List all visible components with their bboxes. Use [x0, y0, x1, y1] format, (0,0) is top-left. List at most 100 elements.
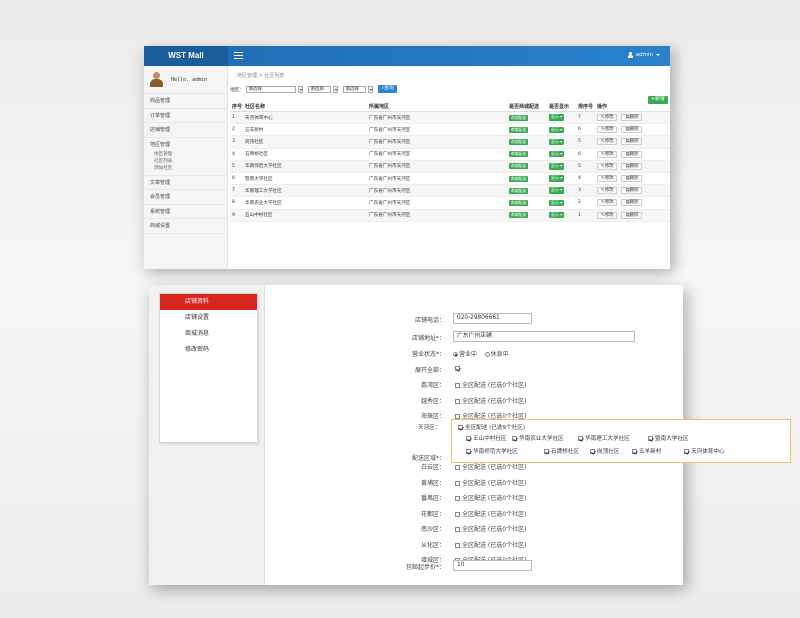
- edit-button[interactable]: ✎修改: [597, 150, 618, 158]
- col-op: 操作: [597, 103, 608, 110]
- district-all-checkbox[interactable]: [455, 527, 460, 532]
- edit-label: 修改: [604, 188, 614, 194]
- menu-shop-settings[interactable]: 店铺设置: [160, 310, 257, 326]
- district-label: 番禺区：: [420, 495, 445, 502]
- nav-item-articles[interactable]: 文章管理: [144, 176, 227, 190]
- edit-button[interactable]: ✎修改: [597, 114, 618, 122]
- show-label: 显示: [551, 163, 559, 169]
- delete-button[interactable]: ▤删除: [621, 150, 643, 158]
- edit-button[interactable]: ✎修改: [597, 138, 618, 146]
- province-select[interactable]: 请选择: [246, 85, 297, 93]
- show-toggle-button[interactable]: 显示 ▾: [549, 211, 565, 219]
- community-checkbox[interactable]: [544, 449, 549, 454]
- delete-label: 删除: [629, 176, 639, 182]
- delete-button[interactable]: ▤删除: [621, 175, 643, 183]
- nav-item-members[interactable]: 会员管理: [144, 190, 227, 205]
- community-name: 天河体育中心: [691, 449, 725, 455]
- community-checkbox[interactable]: [632, 449, 637, 454]
- brand-logo: WST Mall: [144, 46, 228, 66]
- admin-community-list-panel: WST Mall admin Hello, admin 商品管理 订单管理 店铺…: [144, 46, 670, 269]
- nav-item-shops[interactable]: 店铺管理: [144, 123, 227, 138]
- community-checkbox[interactable]: [466, 449, 471, 454]
- community-checkbox[interactable]: [590, 449, 595, 454]
- delete-button[interactable]: ▤删除: [621, 138, 643, 146]
- tianhe-all-checkbox[interactable]: [458, 425, 463, 430]
- menu-change-password[interactable]: 修改密码: [160, 342, 257, 358]
- nav-subitem-add-community[interactable]: 添加社区: [150, 165, 227, 172]
- nav-item-regions[interactable]: 地区管理: [150, 141, 227, 148]
- chevron-down-icon[interactable]: [333, 85, 339, 93]
- nav-item-mall-settings[interactable]: 商城设置: [144, 219, 227, 234]
- status-open-label: 营业中: [459, 351, 478, 358]
- edit-button[interactable]: ✎修改: [597, 162, 618, 170]
- district-select[interactable]: 请选择: [343, 85, 367, 93]
- show-toggle-button[interactable]: 显示 ▾: [549, 163, 565, 170]
- show-toggle-button[interactable]: 显示 ▾: [549, 175, 565, 182]
- community-checkbox[interactable]: [578, 436, 583, 441]
- show-toggle-button[interactable]: 显示 ▾: [549, 187, 565, 194]
- district-all-checkbox[interactable]: [455, 383, 460, 388]
- avatar: [150, 72, 163, 87]
- chevron-down-icon[interactable]: [368, 85, 374, 93]
- show-toggle-button[interactable]: 显示 ▾: [549, 114, 565, 121]
- delete-button[interactable]: ▤删除: [621, 126, 643, 134]
- district-option-label: 全区配送 (已选0个社区): [462, 510, 527, 518]
- table-row: 3 岗顶社区 广东省广州市天河区 商城配送 显示 ▾ 5 ✎修改 ▤删除: [230, 136, 670, 149]
- district-all-checkbox[interactable]: [455, 511, 460, 517]
- nav-subitem-region-manage[interactable]: 地区管理: [150, 151, 227, 158]
- district-all-checkbox[interactable]: [455, 496, 460, 501]
- district-all-checkbox[interactable]: [455, 398, 460, 404]
- edit-button[interactable]: ✎修改: [597, 126, 618, 134]
- community-checkbox-item: 天河体育中心: [684, 447, 725, 455]
- district-all-checkbox[interactable]: [455, 542, 460, 548]
- user-dropdown[interactable]: admin: [627, 52, 660, 58]
- community-checkbox[interactable]: [512, 436, 517, 441]
- community-checkbox[interactable]: [648, 436, 653, 441]
- shop-profile-form: 店铺电话： 020-29806661 店铺地址*： 广东广州店铺 营业状态*： …: [265, 285, 791, 585]
- show-toggle-button[interactable]: 显示 ▾: [549, 138, 565, 146]
- menu-shop-profile[interactable]: 店铺资料: [160, 294, 257, 310]
- nav-subitem-community-list[interactable]: 社区列表: [150, 158, 227, 165]
- admin-sidebar: Hello, admin 商品管理 订单管理 店铺管理 地区管理 地区管理 社区…: [144, 66, 228, 269]
- district-option: 全区配送 (已选0个社区): [455, 462, 526, 471]
- ship-badge: 商城配送: [509, 114, 529, 121]
- expand-all-checkbox[interactable]: [455, 366, 460, 371]
- show-label: 显示: [551, 138, 559, 144]
- edit-label: 修改: [604, 151, 614, 157]
- radio-open[interactable]: [453, 352, 458, 357]
- show-label: 显示: [551, 126, 559, 132]
- min-price-input[interactable]: 10: [453, 560, 532, 571]
- delete-button[interactable]: ▤删除: [621, 211, 643, 219]
- city-select[interactable]: 请选择: [308, 85, 332, 93]
- query-button[interactable]: ⌕查询: [378, 85, 397, 93]
- community-checkbox[interactable]: [684, 449, 689, 454]
- menu-toggle-icon[interactable]: [234, 52, 243, 60]
- nav-item-products[interactable]: 商品管理: [144, 94, 227, 109]
- district-option-label: 全区配送 (已选0个社区): [462, 541, 527, 549]
- community-checkbox-item: 华南师范大学社区: [466, 447, 518, 455]
- district-all-checkbox[interactable]: [455, 480, 460, 486]
- community-checkbox[interactable]: [466, 436, 471, 441]
- delete-button[interactable]: ▤删除: [621, 114, 643, 122]
- show-toggle-button[interactable]: 显示 ▾: [549, 199, 565, 207]
- delete-button[interactable]: ▤删除: [621, 199, 643, 207]
- edit-button[interactable]: ✎修改: [597, 211, 618, 219]
- row-name: 华南理工大学社区: [245, 188, 282, 194]
- nav-item-system[interactable]: 系统管理: [144, 205, 227, 219]
- show-toggle-button[interactable]: 显示 ▾: [549, 126, 565, 134]
- district-all-checkbox[interactable]: [455, 465, 460, 470]
- edit-button[interactable]: ✎修改: [597, 175, 618, 183]
- menu-mall-messages[interactable]: 商城消息: [160, 326, 257, 342]
- edit-button[interactable]: ✎修改: [597, 199, 618, 207]
- edit-button[interactable]: ✎修改: [597, 187, 618, 195]
- delete-button[interactable]: ▤删除: [621, 187, 643, 195]
- delete-button[interactable]: ▤删除: [621, 162, 643, 170]
- address-input[interactable]: 广东广州店铺: [453, 331, 635, 342]
- radio-closed[interactable]: [484, 352, 490, 357]
- nav-item-orders[interactable]: 订单管理: [144, 109, 227, 123]
- phone-input[interactable]: 020-29806661: [453, 313, 532, 324]
- status-label: 营业状态*：: [411, 351, 445, 358]
- chevron-down-icon[interactable]: [298, 85, 304, 93]
- district-option: 全区配送 (已选0个社区): [455, 524, 526, 533]
- show-toggle-button[interactable]: 显示 ▾: [549, 150, 565, 158]
